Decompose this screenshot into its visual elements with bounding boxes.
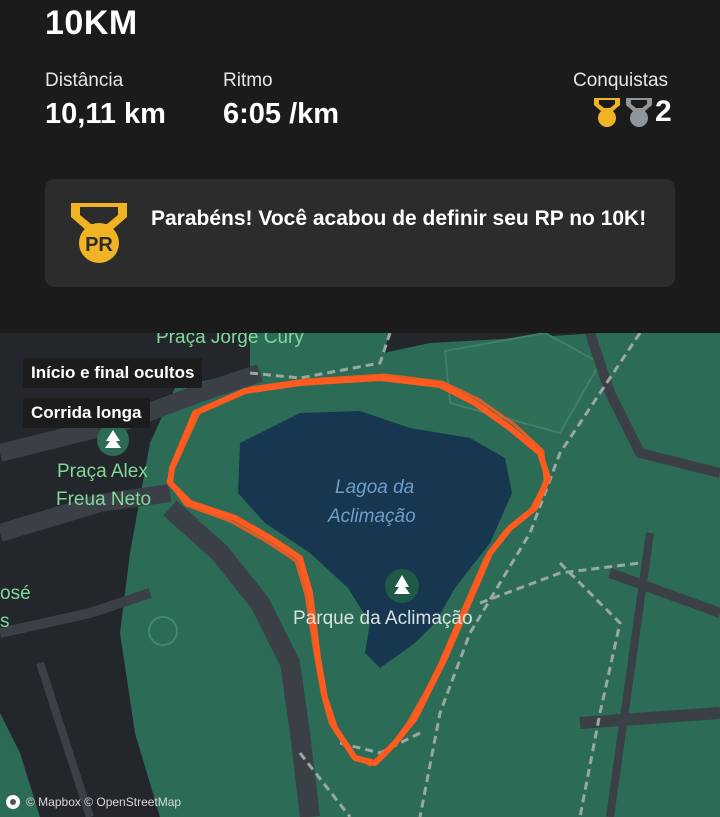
map-label-lagoa: Lagoa da bbox=[335, 477, 415, 498]
tree-marker-parque bbox=[385, 569, 419, 603]
achievements-label: Conquistas bbox=[573, 70, 669, 91]
pr-banner-text: Parabéns! Você acabou de definir seu RP … bbox=[151, 207, 647, 230]
map-attribution[interactable]: © Mapbox © OpenStreetMap bbox=[6, 795, 181, 809]
map-label-edge-1: osé bbox=[0, 583, 31, 604]
svg-text:PR: PR bbox=[85, 234, 113, 256]
chip-start-end-hidden: Início e final ocultos bbox=[23, 358, 203, 388]
pace-label: Ritmo bbox=[223, 70, 273, 91]
silver-medal-icon bbox=[626, 98, 652, 127]
mapbox-logo-icon bbox=[6, 795, 20, 809]
distance-label: Distância bbox=[45, 70, 124, 91]
chip-long-run: Corrida longa bbox=[23, 398, 150, 428]
route-map[interactable]: Praça Jorge Cury Praça Alex Freua Neto L… bbox=[0, 333, 720, 817]
map-label-edge-2: s bbox=[0, 611, 10, 632]
achievements-count: 2 bbox=[655, 95, 672, 128]
pr-banner[interactable]: PR Parabéns! Você acabou de definir seu … bbox=[45, 179, 675, 287]
activity-title: 10KM bbox=[45, 4, 138, 42]
map-label-praca-alex: Praça Alex bbox=[57, 461, 148, 482]
pace-value: 6:05 /km bbox=[223, 98, 340, 130]
map-label-aclimacao: Aclimação bbox=[328, 506, 416, 527]
attribution-text: © Mapbox © OpenStreetMap bbox=[26, 795, 182, 809]
activity-summary: 10KM Distância 10,11 km Ritmo 6:05 /km C… bbox=[0, 0, 720, 333]
map-label-freua-neto: Freua Neto bbox=[56, 489, 152, 510]
gold-medal-icon bbox=[594, 98, 620, 127]
map-label-parque: Parque da Aclimação bbox=[293, 608, 473, 629]
distance-value: 10,11 km bbox=[45, 98, 166, 130]
achievements-icons[interactable] bbox=[592, 96, 654, 128]
tree-marker-praca bbox=[97, 424, 129, 456]
map-label-praca-jorge-cury: Praça Jorge Cury bbox=[156, 333, 304, 348]
pr-medal-icon: PR bbox=[71, 203, 127, 263]
